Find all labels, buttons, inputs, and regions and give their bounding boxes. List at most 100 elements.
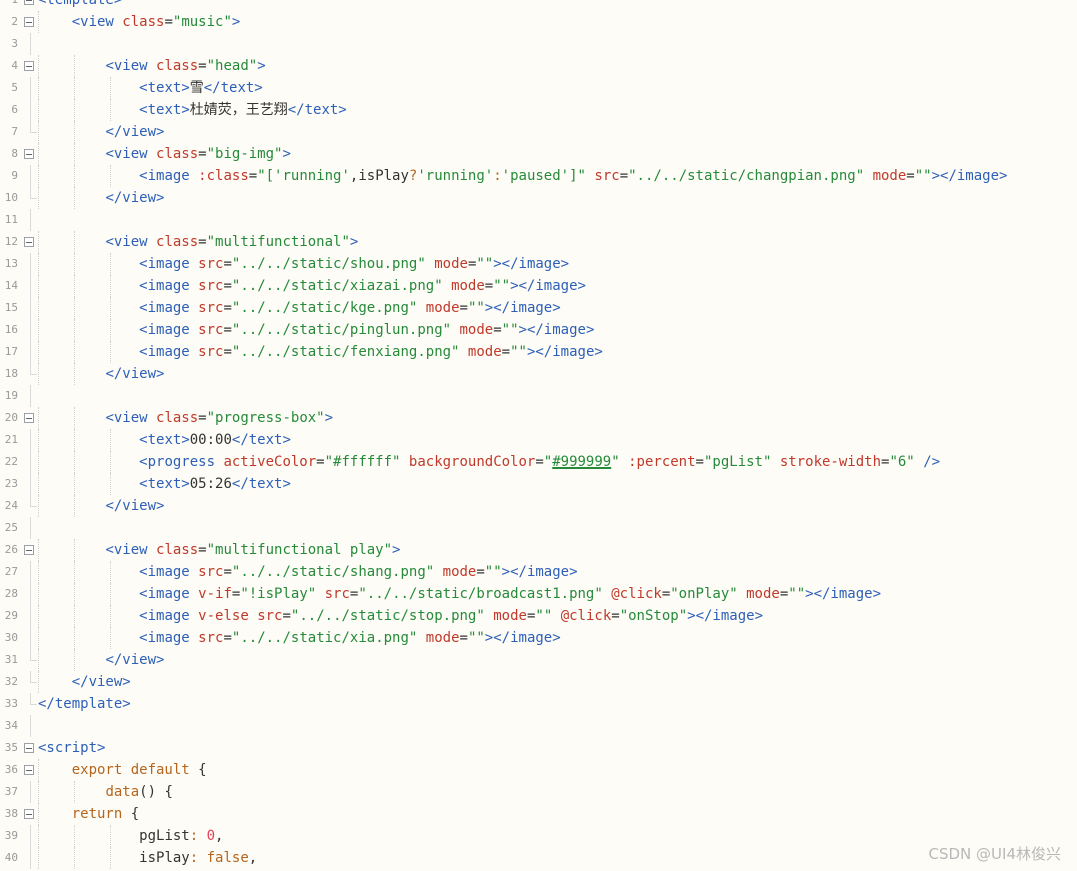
code-line[interactable]: 11 (0, 209, 1077, 231)
code-line[interactable]: 16 <image src="../../static/pinglun.png"… (0, 319, 1077, 341)
code-line[interactable]: 1 <template> (0, 0, 1077, 11)
code-token: = (223, 344, 232, 360)
code-editor[interactable]: 1<template>2 <view class="music">34 <vie… (0, 0, 1077, 869)
code-token: ></image> (805, 586, 881, 602)
code-token: mode (442, 564, 477, 580)
fold-toggle-icon[interactable] (24, 765, 34, 775)
line-number: 13 (4, 257, 18, 270)
code-line[interactable]: 9 <image :class="['running',isPlay?'runn… (0, 165, 1077, 187)
line-number: 19 (4, 389, 18, 402)
code-token: = (198, 146, 207, 162)
code-line[interactable]: 29 <image v-else src="../../static/stop.… (0, 605, 1077, 627)
code-line[interactable]: 39 pgList: 0, (0, 825, 1077, 847)
code-line[interactable]: 3 (0, 33, 1077, 55)
fold-toggle-icon[interactable] (24, 237, 34, 247)
code-line[interactable]: 21 <text>00:00</text> (0, 429, 1077, 451)
code-token: "head" (206, 58, 258, 74)
code-line[interactable]: 8 <view class="big-img"> (0, 143, 1077, 165)
code-token: src (257, 608, 283, 624)
code-token: @click (560, 608, 612, 624)
line-number: 33 (4, 697, 18, 710)
line-gutter: 23 (0, 473, 34, 495)
code-line[interactable]: 18 </view> (0, 363, 1077, 385)
code-line[interactable]: 25 (0, 517, 1077, 539)
code-line[interactable]: 14 <image src="../../static/xiazai.png" … (0, 275, 1077, 297)
fold-toggle-icon[interactable] (24, 0, 34, 5)
code-line[interactable]: 6 <text>杜婧荧，王艺翔</text> (0, 99, 1077, 121)
code-line[interactable]: 15 <image src="../../static/kge.png" mod… (0, 297, 1077, 319)
line-number: 40 (4, 851, 18, 864)
code-line[interactable]: 28 <image v-if="!isPlay" src="../../stat… (0, 583, 1077, 605)
code-line[interactable]: 37 data() { (0, 781, 1077, 803)
fold-toggle-icon[interactable] (24, 413, 34, 423)
code-line[interactable]: 2 <view class="music"> (0, 11, 1077, 33)
code-token: "" (788, 586, 806, 602)
code-token: <text> (139, 80, 190, 96)
code-token: = (484, 278, 494, 294)
line-number: 27 (4, 565, 18, 578)
code-line[interactable]: 12 <view class="multifunctional"> (0, 231, 1077, 253)
code-token: v-if (198, 586, 232, 602)
code-token: ></image> (493, 256, 570, 272)
line-number: 29 (4, 609, 18, 622)
code-token: <text> (139, 432, 190, 448)
code-line[interactable]: 17 <image src="../../static/fenxiang.png… (0, 341, 1077, 363)
code-line[interactable]: 23 <text>05:26</text> (0, 473, 1077, 495)
code-token: "[ (257, 168, 275, 184)
code-line[interactable]: 7 </view> (0, 121, 1077, 143)
code-text: <image v-else src="../../static/stop.png… (38, 605, 763, 627)
code-token: "" (467, 300, 485, 316)
code-line[interactable]: 40 isPlay: false, (0, 847, 1077, 869)
code-line[interactable]: 4 <view class="head"> (0, 55, 1077, 77)
code-token: <image (139, 630, 199, 646)
code-line[interactable]: 30 <image src="../../static/xia.png" mod… (0, 627, 1077, 649)
code-line[interactable]: 35 <script> (0, 737, 1077, 759)
code-line[interactable]: 26 <view class="multifunctional play"> (0, 539, 1077, 561)
line-number: 7 (11, 125, 18, 138)
code-token: > (324, 410, 334, 426)
fold-toggle-icon[interactable] (24, 149, 34, 159)
code-text: <template> (38, 0, 122, 11)
fold-range-line (30, 605, 31, 627)
code-line[interactable]: 22 <progress activeColor="#ffffff" backg… (0, 451, 1077, 473)
code-line[interactable]: 33 </template> (0, 693, 1077, 715)
code-line[interactable]: 38 return { (0, 803, 1077, 825)
code-token: "6" (889, 454, 915, 470)
code-token: <image (139, 256, 199, 272)
code-line[interactable]: 20 <view class="progress-box"> (0, 407, 1077, 429)
code-line[interactable]: 5 <text>雪</text> (0, 77, 1077, 99)
code-token: = (695, 454, 704, 470)
code-line[interactable]: 27 <image src="../../static/shang.png" m… (0, 561, 1077, 583)
code-line[interactable]: 34 (0, 715, 1077, 737)
line-number: 1 (11, 0, 18, 11)
code-token: src (198, 564, 224, 580)
fold-range-line (30, 275, 31, 297)
code-text: <view class="music"> (38, 11, 241, 33)
fold-toggle-icon[interactable] (24, 545, 34, 555)
line-number: 28 (4, 587, 18, 600)
code-line[interactable]: 19 (0, 385, 1077, 407)
fold-toggle-icon[interactable] (24, 61, 34, 71)
code-line[interactable]: 13 <image src="../../static/shou.png" mo… (0, 253, 1077, 275)
code-line[interactable]: 32 </view> (0, 671, 1077, 693)
code-token: () { (139, 784, 173, 800)
code-text: <image src="../../static/pinglun.png" mo… (38, 319, 594, 341)
code-token: mode (467, 344, 502, 360)
code-token: <view (105, 146, 157, 162)
code-token: isPlay (358, 168, 409, 184)
code-token: @click (611, 586, 662, 602)
code-token: = (316, 454, 325, 470)
code-text: <text>杜婧荧，王艺翔</text> (38, 99, 347, 121)
fold-toggle-icon[interactable] (24, 743, 34, 753)
code-line[interactable]: 36 export default { (0, 759, 1077, 781)
fold-toggle-icon[interactable] (24, 809, 34, 819)
code-line[interactable]: 24 </view> (0, 495, 1077, 517)
code-line[interactable]: 31 </view> (0, 649, 1077, 671)
fold-toggle-icon[interactable] (24, 17, 34, 27)
code-line[interactable]: 10 </view> (0, 187, 1077, 209)
line-number: 14 (4, 279, 18, 292)
